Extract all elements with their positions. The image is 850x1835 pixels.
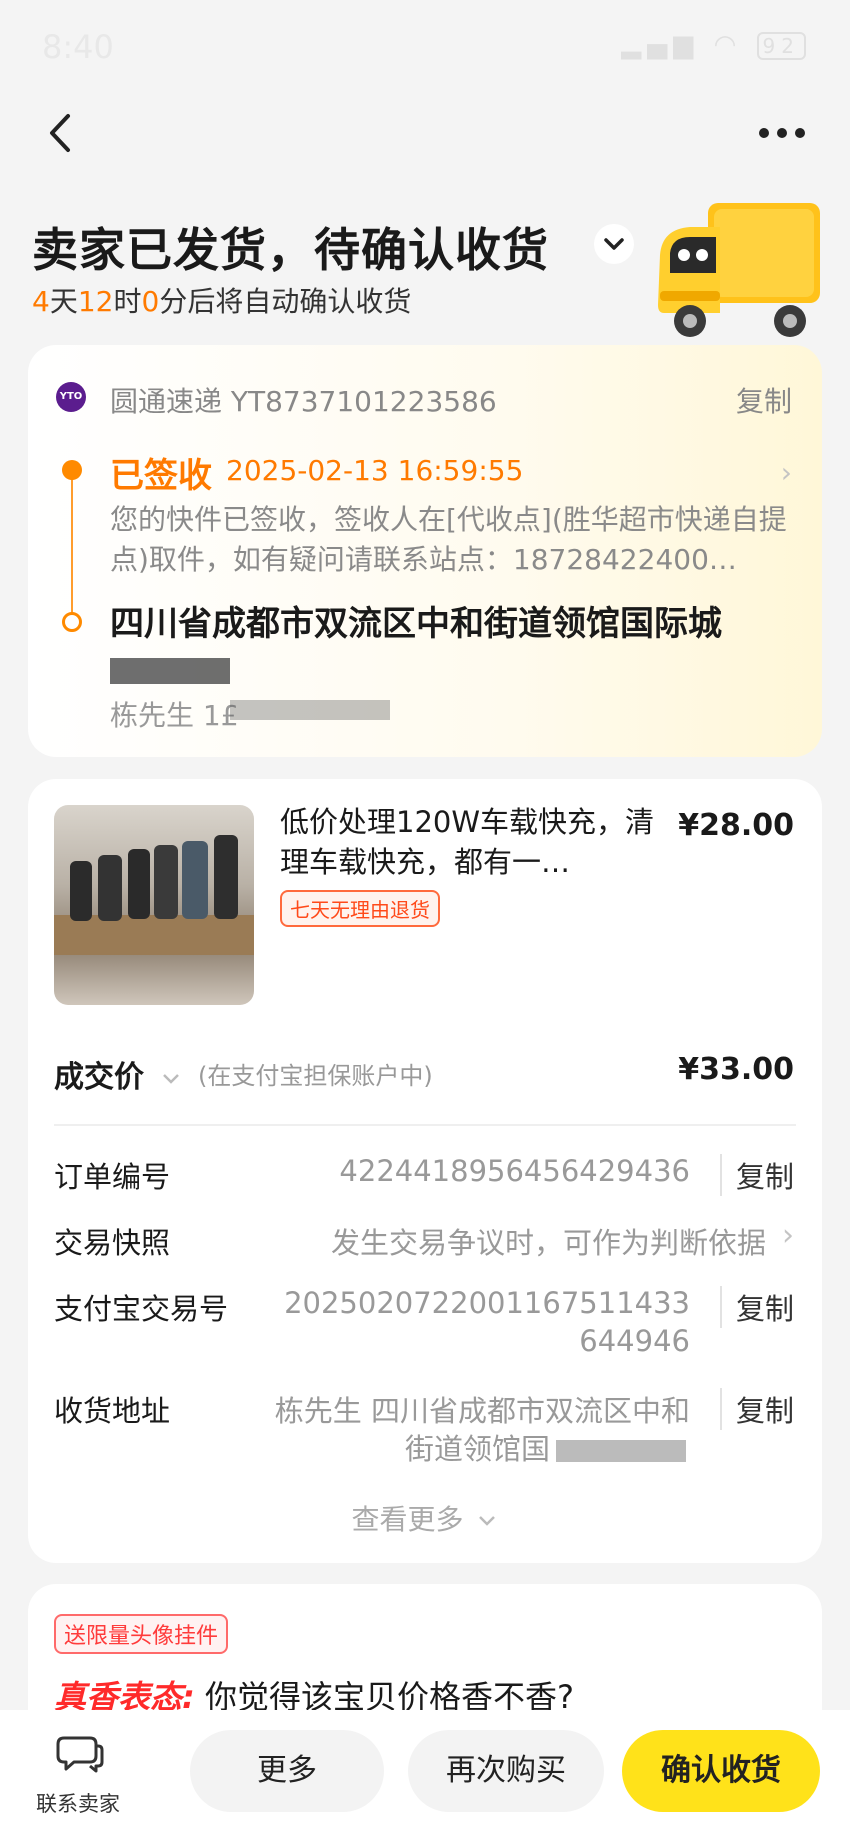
more-menu-button[interactable] — [752, 118, 812, 148]
logistics-status: 已签收 — [110, 456, 212, 496]
snapshot-value[interactable]: 发生交易争议时，可作为判断依据 — [331, 1220, 766, 1262]
page-title: 卖家已发货，待确认收货 — [32, 223, 549, 277]
countdown-day-unit: 天 — [49, 285, 78, 318]
redacted-phone — [230, 700, 390, 720]
deal-price-label-text: 成交价 — [54, 1060, 144, 1095]
deal-price: ¥33.00 — [678, 1052, 794, 1087]
shipping-address-line1: 栋先生 四川省成都市双流区中和 — [274, 1394, 690, 1428]
chevron-right-icon[interactable]: › — [782, 1218, 794, 1253]
contact-seller-button[interactable]: 联系卖家 — [36, 1788, 120, 1818]
status-icons: ▂▄▆ ◠ 92 — [621, 30, 806, 60]
countdown-days: 4 — [32, 285, 50, 318]
logistics-detail: 您的快件已签收，签收人在[代收点](胜华超市快递自提点)取件，如有疑问请联系站点… — [110, 503, 787, 576]
receiver-name-phone: 栋先生 1£ — [110, 699, 239, 732]
timeline-dot-address — [62, 612, 82, 632]
carrier-tracking-number: 圆通速递 YT8737101223586 — [110, 385, 497, 418]
confirm-receipt-button[interactable]: 确认收货 — [622, 1730, 820, 1812]
shipping-address-label: 收货地址 — [54, 1394, 171, 1428]
back-arrow-icon — [50, 114, 70, 152]
copy-tracking-button[interactable]: 复制 — [736, 380, 792, 420]
see-more-label: 查看更多 — [351, 1503, 464, 1536]
copy-order-number-button[interactable]: 复制 — [719, 1154, 794, 1196]
yto-logo-icon: YTO — [56, 382, 86, 412]
chevron-down-icon — [604, 238, 624, 250]
alipay-trade-number-line2: 644946 — [579, 1324, 690, 1358]
copy-address-button[interactable]: 复制 — [719, 1388, 794, 1430]
delivery-truck-illustration — [650, 195, 830, 355]
alipay-trade-number-line1: 202502072200116751143​3 — [284, 1286, 690, 1320]
redacted-address — [556, 1440, 686, 1462]
buy-again-button[interactable]: 再次购买 — [408, 1730, 604, 1812]
return-policy-tag: 七天无理由退货 — [280, 890, 440, 927]
more-button[interactable]: 更多 — [190, 1730, 384, 1812]
countdown-hour-unit: 时 — [113, 285, 142, 318]
order-number-value: 4224418956456429436 — [339, 1154, 690, 1188]
see-more-button[interactable]: 查看更多 — [0, 1498, 850, 1538]
deal-price-label[interactable]: 成交价 — [54, 1052, 182, 1096]
countdown-minute-unit: 分后将自动确认收货 — [159, 285, 412, 318]
deal-price-note: (在支付宝担保账户中) — [198, 1062, 433, 1090]
battery-icon: 92 — [756, 32, 806, 60]
snapshot-label: 交易快照 — [54, 1226, 171, 1260]
auto-confirm-countdown: 4天12时0分后将自动确认收货 — [32, 280, 411, 320]
chevron-down-icon — [479, 1516, 496, 1526]
timeline-dot-current — [62, 460, 82, 480]
countdown-hours: 12 — [77, 285, 114, 318]
delivery-address: 四川省成都市双流区中和街道领馆国际城 — [110, 604, 722, 644]
promo-gift-tag: 送限量头像挂件 — [54, 1614, 229, 1654]
ellipsis-icon — [759, 128, 805, 138]
status-time: 8:40 — [42, 28, 114, 66]
logistics-status-time: 2025-02-13 16:59:55 — [226, 454, 524, 487]
product-price: ¥28.00 — [678, 808, 794, 843]
timeline-line — [71, 470, 73, 618]
countdown-minutes: 0 — [141, 285, 160, 318]
product-title[interactable]: 低价处理120W车载快充，清理车载快充，都有一… — [280, 802, 660, 882]
signal-icon: ▂▄▆ — [621, 30, 700, 60]
copy-alipay-number-button[interactable]: 复制 — [719, 1286, 794, 1328]
shipping-address-line2: 街道领馆国 — [404, 1432, 550, 1466]
title-expand-button[interactable] — [594, 224, 634, 264]
back-button[interactable] — [38, 108, 88, 158]
product-image[interactable] — [54, 805, 254, 1005]
divider — [54, 1124, 796, 1126]
status-bar: 8:40 ▂▄▆ ◠ 92 — [0, 0, 850, 100]
chevron-down-icon — [163, 1074, 180, 1084]
chevron-right-icon[interactable]: › — [781, 456, 792, 489]
chat-icon[interactable] — [56, 1732, 104, 1774]
redacted-address — [110, 658, 230, 684]
alipay-trade-label: 支付宝交易号 — [54, 1292, 229, 1326]
order-number-label: 订单编号 — [54, 1160, 171, 1194]
wifi-icon: ◠ — [713, 30, 743, 60]
